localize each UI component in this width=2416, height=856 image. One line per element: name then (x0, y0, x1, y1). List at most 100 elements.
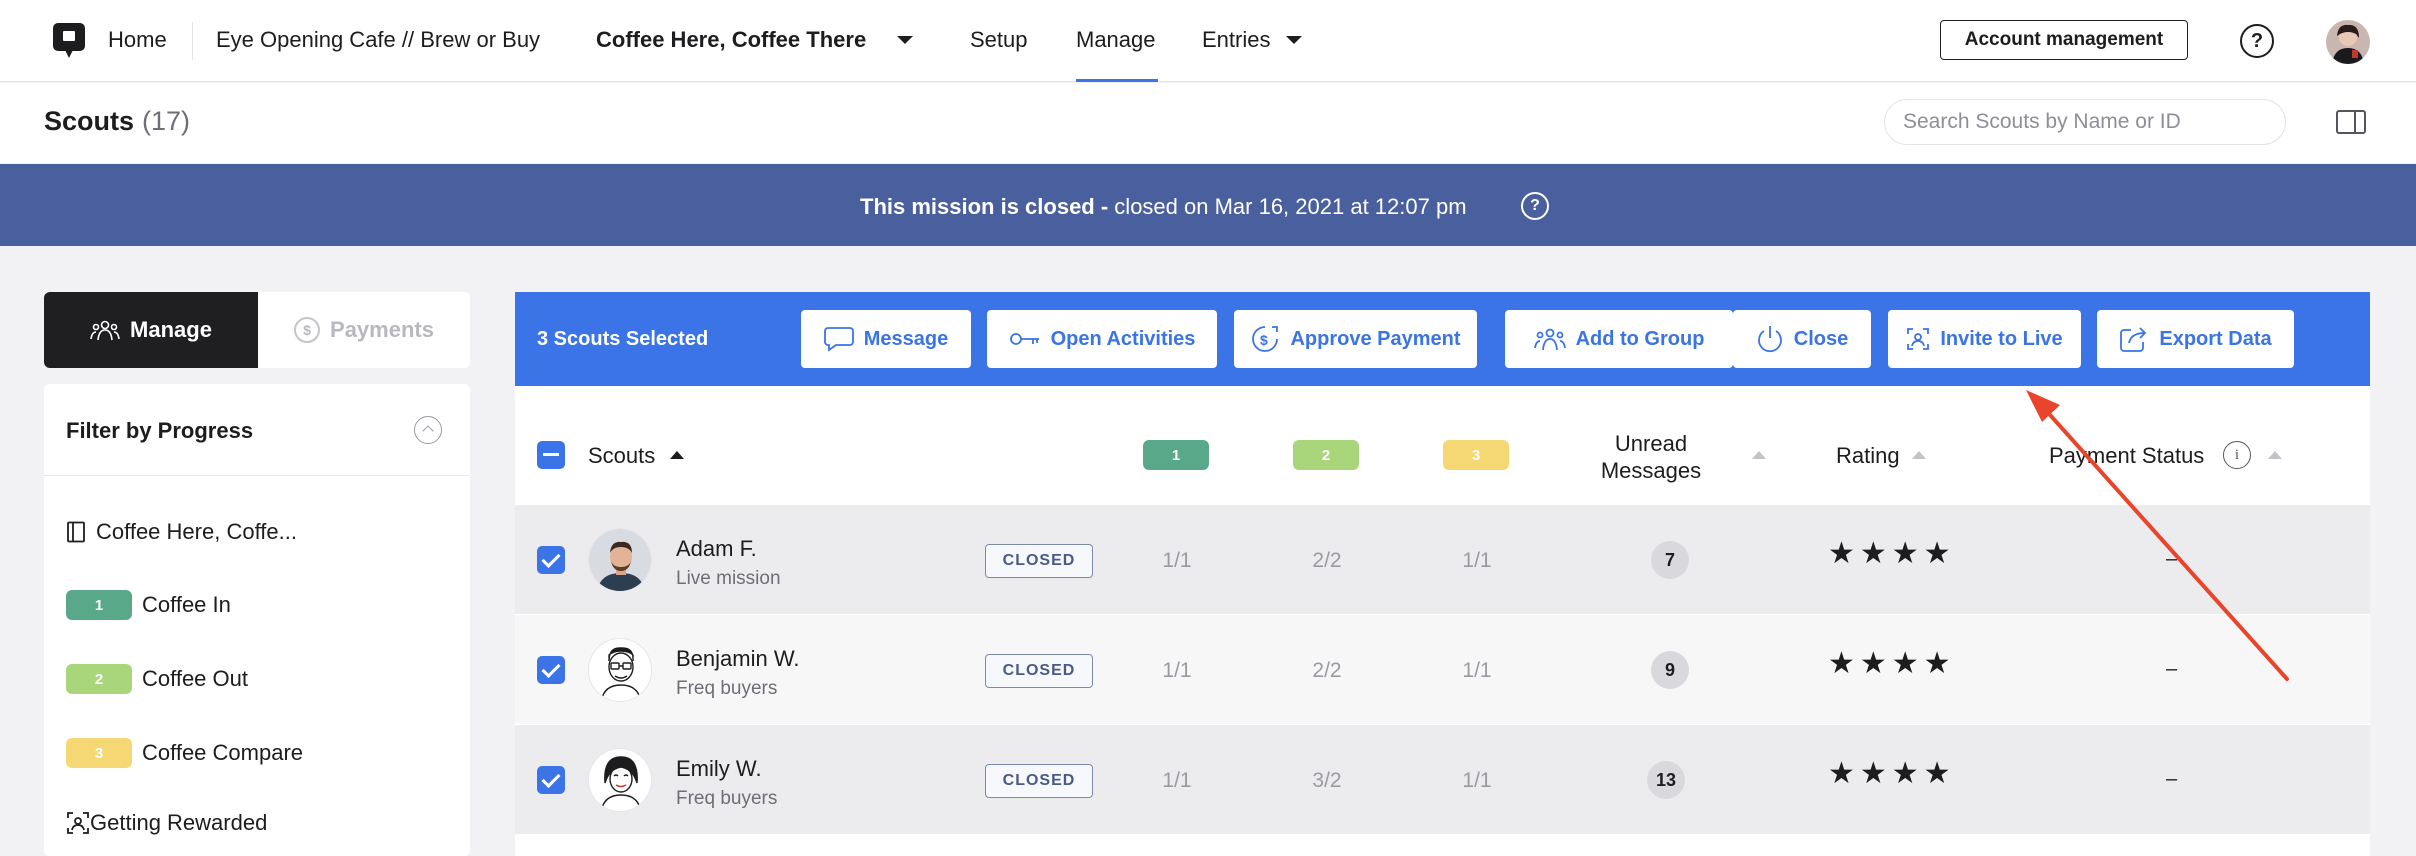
scout-name[interactable]: Adam F. (676, 536, 757, 562)
step-2-progress: 2/2 (1312, 549, 1342, 572)
close-button[interactable]: Close (1733, 310, 1871, 368)
banner-date-text: closed on Mar 16, 2021 at 12:07 pm (1108, 194, 1467, 219)
tab-payments-label: Payments (330, 317, 434, 342)
entries-chevron-down-icon[interactable] (1286, 36, 1302, 44)
open-activities-button[interactable]: Open Activities (987, 310, 1217, 368)
approve-payment-button[interactable]: $ Approve Payment (1234, 310, 1477, 368)
status-badge: CLOSED (985, 764, 1093, 798)
nav-manage-tab[interactable]: Manage (1076, 27, 1156, 53)
row-checkbox[interactable] (537, 546, 565, 574)
nav-mission-dropdown[interactable]: Coffee Here, Coffee There (596, 27, 866, 53)
export-data-label: Export Data (2159, 327, 2272, 350)
sort-rating-icon[interactable] (1912, 451, 1926, 459)
dollar-coin-icon: $ (294, 317, 321, 343)
scan-person-icon (1907, 328, 1930, 350)
nav-setup-tab[interactable]: Setup (970, 27, 1028, 53)
reward-scan-icon (67, 812, 89, 834)
active-tab-indicator (1076, 79, 1158, 82)
column-header-step-1[interactable]: 1 (1143, 440, 1209, 470)
key-icon (1009, 333, 1039, 345)
step-3-progress: 1/1 (1462, 549, 1492, 572)
approve-payment-icon: $ (1252, 326, 1279, 352)
scout-name[interactable]: Emily W. (676, 756, 762, 782)
filter-title: Filter by Progress (66, 418, 254, 443)
banner-message: This mission is closed - closed on Mar 1… (860, 194, 1467, 220)
filter-item-label: Getting Rewarded (90, 810, 268, 835)
column-header-unread-messages[interactable]: Unread Messages (1600, 430, 1702, 484)
nav-home-link[interactable]: Home (108, 27, 167, 53)
sort-payment-icon[interactable] (2268, 451, 2282, 459)
nav-divider (192, 22, 193, 60)
book-icon (67, 521, 85, 543)
group-icon (1533, 328, 1566, 351)
invite-to-live-button[interactable]: Invite to Live (1888, 310, 2081, 368)
info-icon[interactable]: i (2223, 441, 2251, 469)
filter-item-coffee-in[interactable]: 1 Coffee In (66, 585, 231, 625)
power-icon (1757, 326, 1782, 353)
step-2-progress: 2/2 (1312, 659, 1342, 682)
approve-payment-label: Approve Payment (1290, 327, 1461, 350)
avatar (588, 638, 652, 702)
step-2-badge: 2 (66, 664, 132, 694)
rating-stars: ★★★★ (1828, 537, 1956, 570)
filter-item-coffee-out[interactable]: 2 Coffee Out (66, 659, 248, 699)
unread-count-badge[interactable]: 9 (1651, 651, 1689, 689)
avatar (588, 528, 652, 592)
search-scouts-input[interactable] (1884, 99, 2286, 145)
filter-item-getting-rewarded[interactable]: Getting Rewarded (66, 803, 267, 843)
select-all-checkbox[interactable] (537, 441, 565, 469)
side-panel-toggle-icon[interactable] (2336, 110, 2366, 134)
export-icon (2120, 327, 2147, 352)
unread-header-line-1: Unread (1614, 431, 1688, 456)
message-button[interactable]: Message (801, 310, 971, 368)
step-3-badge: 3 (66, 738, 132, 768)
step-3-progress: 1/1 (1462, 769, 1492, 792)
open-activities-label: Open Activities (1050, 327, 1196, 350)
add-to-group-button[interactable]: Add to Group (1505, 310, 1733, 368)
filter-item-label: Coffee Out (142, 666, 248, 691)
unread-count-badge[interactable]: 7 (1651, 541, 1689, 579)
column-header-step-3[interactable]: 3 (1443, 440, 1509, 470)
message-label: Message (863, 327, 949, 350)
filter-by-progress-panel: Filter by Progress Coffee Here, Coffe...… (44, 384, 470, 856)
tab-payments[interactable]: $ Payments (258, 292, 470, 368)
scouts-count: (17) (142, 106, 191, 136)
banner-bold-text: This mission is closed - (860, 194, 1109, 219)
banner-help-icon[interactable]: ? (1521, 192, 1549, 220)
user-avatar[interactable] (2326, 20, 2370, 64)
column-header-scouts[interactable]: Scouts (588, 443, 655, 469)
scout-group: Freq buyers (676, 788, 778, 809)
mission-chevron-down-icon[interactable] (897, 36, 913, 44)
export-data-button[interactable]: Export Data (2097, 310, 2294, 368)
status-badge: CLOSED (985, 544, 1093, 578)
unread-count-badge[interactable]: 13 (1647, 761, 1685, 799)
chat-bubble-icon (823, 327, 854, 352)
collapse-chevron-icon[interactable] (414, 416, 442, 444)
scout-name[interactable]: Benjamin W. (676, 646, 800, 672)
help-icon[interactable]: ? (2240, 24, 2274, 58)
column-header-rating[interactable]: Rating (1836, 443, 1900, 469)
rating-stars: ★★★★ (1828, 757, 1956, 790)
filter-item-coffee-compare[interactable]: 3 Coffee Compare (66, 733, 303, 773)
account-management-button[interactable]: Account management (1940, 20, 2188, 60)
add-to-group-label: Add to Group (1575, 327, 1705, 350)
filter-item-mission[interactable]: Coffee Here, Coffe... (66, 512, 297, 552)
nav-entries-dropdown[interactable]: Entries (1202, 27, 1270, 53)
unread-header-line-2: Messages (1600, 458, 1702, 483)
selected-count-label: 3 Scouts Selected (537, 328, 709, 350)
app-logo-icon[interactable] (52, 22, 86, 60)
sort-ascending-icon[interactable] (670, 451, 684, 459)
column-header-step-2[interactable]: 2 (1293, 440, 1359, 470)
row-checkbox[interactable] (537, 766, 565, 794)
sort-unread-icon[interactable] (1752, 451, 1766, 459)
tab-manage-label: Manage (130, 317, 212, 342)
avatar (588, 748, 652, 812)
step-1-progress: 1/1 (1162, 549, 1192, 572)
column-header-payment-status[interactable]: Payment Status (2049, 443, 2204, 469)
nav-project-breadcrumb[interactable]: Eye Opening Cafe // Brew or Buy (216, 27, 540, 53)
payment-status: – (2166, 768, 2178, 790)
row-checkbox[interactable] (537, 656, 565, 684)
filter-item-label: Coffee Compare (142, 740, 304, 765)
tab-manage[interactable]: Manage (44, 292, 258, 368)
payment-status: – (2166, 548, 2178, 570)
